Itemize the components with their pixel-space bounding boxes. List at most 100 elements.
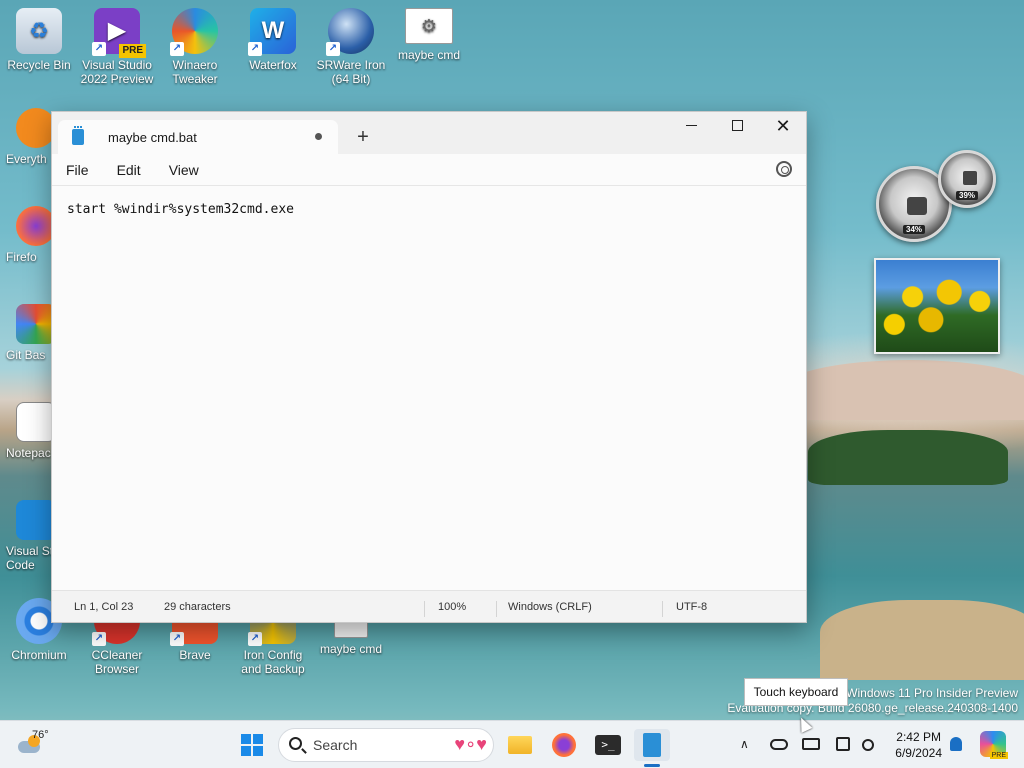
pre-badge: PRE (119, 44, 146, 58)
weather-widget[interactable]: 76° (16, 729, 56, 761)
desktop-icon-label: SRWare Iron (64 Bit) (316, 58, 386, 86)
status-divider (662, 601, 663, 617)
active-app-indicator (644, 764, 660, 767)
touch-keyboard-icon[interactable] (802, 738, 820, 750)
shortcut-arrow-icon: ↗ (326, 42, 340, 56)
memory-icon (963, 171, 977, 185)
desktop-icon-waterfox[interactable]: W ↗ Waterfox (234, 8, 312, 72)
volume-muted-icon[interactable] (862, 739, 874, 751)
terminal-icon: >_ (595, 735, 621, 755)
background-sandbar (820, 600, 1024, 680)
slideshow-gadget-tulips[interactable] (874, 258, 1000, 354)
desktop-icon-label: Chromium (11, 648, 67, 662)
desktop-icon-recycle-bin[interactable]: ♻ Recycle Bin (0, 8, 78, 72)
clock-time: 2:42 PM (896, 730, 941, 744)
cpu-percent: 34% (902, 225, 926, 234)
desktop-icon-label: Notepac (6, 446, 51, 460)
maximize-button[interactable] (714, 112, 760, 142)
text-editor[interactable]: start %windir%system32cmd.exe (52, 186, 806, 590)
folder-icon (508, 736, 532, 754)
editor-content: start %windir%system32cmd.exe (67, 202, 294, 217)
clock-date: 6/9/2024 (895, 746, 942, 760)
search-highlight-hearts-icon: ♥︎∘♥︎ (454, 734, 487, 754)
maximize-icon (731, 120, 743, 132)
desktop-icon-visual-studio[interactable]: ▶ ↗ PRE Visual Studio 2022 Preview (78, 8, 156, 86)
settings-gear-icon[interactable] (776, 161, 792, 177)
minimize-button[interactable] (668, 112, 714, 142)
new-tab-button[interactable]: + (352, 126, 374, 148)
desktop-icon-label: Firefo (6, 250, 37, 264)
background-mountain (780, 360, 1024, 420)
notification-bell-icon[interactable] (950, 737, 962, 751)
encoding[interactable]: UTF-8 (676, 601, 707, 613)
taskbar-terminal[interactable]: >_ (592, 729, 624, 761)
desktop-icon-label: maybe cmd (397, 48, 461, 62)
copilot-button[interactable]: PRE (980, 731, 1008, 759)
shortcut-arrow-icon: ↗ (92, 632, 106, 646)
unsaved-dot-icon[interactable] (315, 133, 322, 140)
desktop-icon-label: Iron Config and Backup (241, 648, 305, 676)
shortcut-arrow-icon: ↗ (92, 42, 106, 56)
waterfox-icon: W ↗ (248, 8, 296, 56)
desktop-icon-label: Waterfox (249, 58, 297, 72)
zoom-level[interactable]: 100% (438, 601, 466, 613)
recycle-bin-icon: ♻ (16, 8, 62, 54)
cursor-position: Ln 1, Col 23 (74, 601, 134, 613)
search-icon-handle (301, 748, 307, 754)
visual-studio-icon: ▶ ↗ PRE (92, 8, 146, 58)
desktop-icon-label: Visual St Code (6, 544, 54, 572)
taskbar-search-box[interactable]: Search ♥︎∘♥︎ (278, 728, 494, 762)
start-button[interactable] (236, 729, 268, 761)
menu-edit[interactable]: Edit (117, 162, 141, 178)
notepad-icon (16, 402, 56, 442)
notepad-window[interactable]: maybe cmd.bat + ✕ File Edit View start %… (51, 111, 807, 623)
onedrive-offline-icon[interactable] (770, 739, 788, 750)
everything-search-icon (16, 108, 56, 148)
desktop-icon-label: Everyth (6, 152, 47, 166)
cpu-chip-icon (907, 197, 927, 215)
desktop-icon-label: Visual Studio 2022 Preview (80, 58, 154, 86)
status-bar: Ln 1, Col 23 29 characters 100% Windows … (52, 590, 806, 622)
title-bar[interactable]: maybe cmd.bat + ✕ (52, 112, 806, 154)
menu-bar: File Edit View (52, 154, 806, 186)
shortcut-arrow-icon: ↗ (248, 42, 262, 56)
taskbar-notepad[interactable] (634, 729, 670, 767)
desktop-icon-label: Brave (179, 648, 211, 662)
windows-logo-icon (241, 734, 263, 756)
taskbar-clock[interactable]: 2:42 PM 6/9/2024 (895, 729, 942, 761)
desktop-icon-label: Recycle Bin (7, 58, 71, 72)
taskbar-firefox[interactable] (548, 729, 580, 761)
ram-gauge-gadget[interactable]: 39% (938, 150, 996, 208)
close-button[interactable]: ✕ (760, 112, 806, 142)
search-placeholder: Search (313, 737, 358, 753)
background-trees (808, 430, 1008, 485)
tab-title: maybe cmd.bat (108, 129, 197, 145)
iron-icon: ↗ (326, 8, 374, 56)
menu-file[interactable]: File (66, 162, 89, 178)
taskbar: 76° Search ♥︎∘♥︎ >_ ∧ 2:42 PM 6/9/2024 P… (0, 715, 1024, 768)
weather-temp: 76° (32, 729, 49, 741)
shortcut-arrow-icon: ↗ (248, 632, 262, 646)
menu-view[interactable]: View (169, 162, 199, 178)
vscode-icon (16, 500, 56, 540)
character-count: 29 characters (164, 601, 231, 613)
minimize-icon (685, 125, 697, 127)
taskbar-file-explorer[interactable] (504, 729, 536, 761)
line-endings[interactable]: Windows (CRLF) (508, 601, 592, 613)
display-network-icon[interactable] (836, 737, 850, 751)
ram-percent: 39% (955, 191, 979, 200)
status-divider (424, 601, 425, 617)
desktop-icon-srware-iron[interactable]: ↗ SRWare Iron (64 Bit) (312, 8, 390, 86)
show-hidden-icons-chevron-icon[interactable]: ∧ (740, 737, 749, 751)
mouse-cursor-icon (795, 715, 813, 733)
tab-maybe-cmd[interactable]: maybe cmd.bat (58, 120, 338, 154)
touch-keyboard-tooltip: Touch keyboard (744, 678, 848, 706)
copilot-pre-badge: PRE (989, 752, 1008, 759)
winaero-icon: ↗ (170, 8, 218, 56)
desktop-icon-maybe-cmd-top[interactable]: ⚙ maybe cmd (390, 8, 468, 62)
firefox-icon (16, 206, 56, 246)
desktop-icon-winaero[interactable]: ↗ Winaero Tweaker (156, 8, 234, 86)
batch-file-icon: ⚙ (405, 8, 453, 44)
desktop-icon-label: Git Bas (6, 348, 46, 362)
shortcut-arrow-icon: ↗ (170, 632, 184, 646)
